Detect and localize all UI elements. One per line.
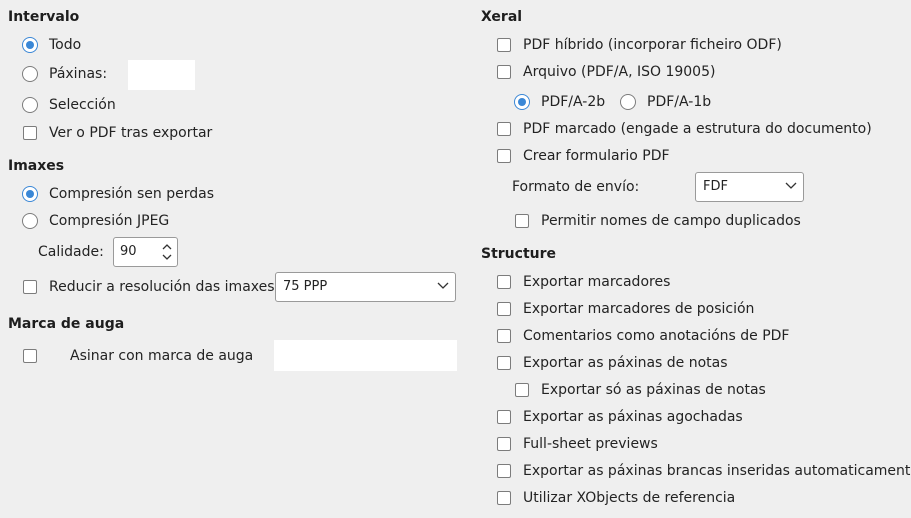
crear-formulario-checkbox[interactable] (497, 149, 511, 163)
asinar-label: Asinar con marca de auga (70, 348, 254, 364)
resolucion-value: 75 PPP (283, 279, 328, 294)
calidade-label: Calidade: (38, 244, 104, 260)
exportar-notas-checkbox[interactable] (497, 356, 511, 370)
formato-select[interactable]: FDF (695, 172, 804, 202)
ver-pdf-checkbox[interactable] (23, 126, 37, 140)
structure-title: Structure (481, 246, 557, 262)
paxinas-brancas-checkbox[interactable] (497, 464, 511, 478)
marca-auga-input[interactable] (274, 340, 457, 371)
todo-radio[interactable] (22, 37, 38, 53)
xobjects-checkbox[interactable] (497, 491, 511, 505)
arquivo-checkbox[interactable] (497, 65, 511, 79)
exportar-marcadores-posicion-checkbox[interactable] (497, 302, 511, 316)
paxinas-label: Páxinas: (49, 66, 108, 82)
chevron-down-icon (785, 182, 797, 189)
permitir-nomes-label: Permitir nomes de campo duplicados (541, 213, 801, 229)
resolucion-select[interactable]: 75 PPP (275, 272, 456, 302)
todo-label: Todo (49, 37, 82, 53)
exportar-marcadores-posicion-label: Exportar marcadores de posición (523, 301, 755, 317)
calidade-spinbox[interactable]: 90 (113, 237, 178, 267)
paxinas-brancas-label: Exportar as páxinas brancas inseridas au… (523, 463, 911, 479)
full-sheet-checkbox[interactable] (497, 437, 511, 451)
formato-value: FDF (703, 179, 728, 194)
pdf-marcado-label: PDF marcado (engade a estrutura do docum… (523, 121, 872, 137)
pdf-hibrido-checkbox[interactable] (497, 38, 511, 52)
reducir-label: Reducir a resolución das imaxes (49, 279, 275, 295)
imaxes-title: Imaxes (8, 158, 65, 174)
exportar-marcadores-checkbox[interactable] (497, 275, 511, 289)
arquivo-label: Arquivo (PDF/A, ISO 19005) (523, 64, 716, 80)
pdf-hibrido-label: PDF híbrido (incorporar ficheiro ODF) (523, 37, 782, 53)
compresion-sen-perdas-label: Compresión sen perdas (49, 186, 214, 202)
compresion-jpeg-radio[interactable] (22, 213, 38, 229)
comentarios-label: Comentarios como anotacións de PDF (523, 328, 790, 344)
chevron-down-icon (437, 282, 449, 289)
pdfa2b-radio[interactable] (514, 94, 530, 110)
exportar-agochadas-checkbox[interactable] (497, 410, 511, 424)
exportar-agochadas-label: Exportar as páxinas agochadas (523, 409, 743, 425)
pdf-marcado-checkbox[interactable] (497, 122, 511, 136)
marca-title: Marca de auga (8, 316, 125, 332)
formato-label: Formato de envío: (512, 179, 640, 195)
xobjects-label: Utilizar XObjects de referencia (523, 490, 736, 506)
paxinas-radio[interactable] (22, 66, 38, 82)
compresion-sen-perdas-radio[interactable] (22, 186, 38, 202)
pdfa1b-label: PDF/A-1b (647, 94, 712, 110)
reducir-checkbox[interactable] (23, 280, 37, 294)
full-sheet-label: Full-sheet previews (523, 436, 658, 452)
comentarios-checkbox[interactable] (497, 329, 511, 343)
pdfa2b-label: PDF/A-2b (541, 94, 606, 110)
exportar-marcadores-label: Exportar marcadores (523, 274, 671, 290)
seleccion-radio[interactable] (22, 97, 38, 113)
exportar-notas-label: Exportar as páxinas de notas (523, 355, 728, 371)
xeral-title: Xeral (481, 9, 523, 25)
spin-arrows-icon[interactable] (161, 242, 173, 262)
crear-formulario-label: Crear formulario PDF (523, 148, 670, 164)
permitir-nomes-checkbox[interactable] (515, 214, 529, 228)
exportar-so-notas-checkbox[interactable] (515, 383, 529, 397)
intervalo-title: Intervalo (8, 9, 80, 25)
ver-pdf-label: Ver o PDF tras exportar (49, 125, 213, 141)
calidade-value: 90 (120, 244, 137, 259)
paxinas-input[interactable] (128, 60, 195, 90)
pdfa1b-radio[interactable] (620, 94, 636, 110)
asinar-checkbox[interactable] (23, 349, 37, 363)
exportar-so-notas-label: Exportar só as páxinas de notas (541, 382, 766, 398)
compresion-jpeg-label: Compresión JPEG (49, 213, 170, 229)
seleccion-label: Selección (49, 97, 116, 113)
